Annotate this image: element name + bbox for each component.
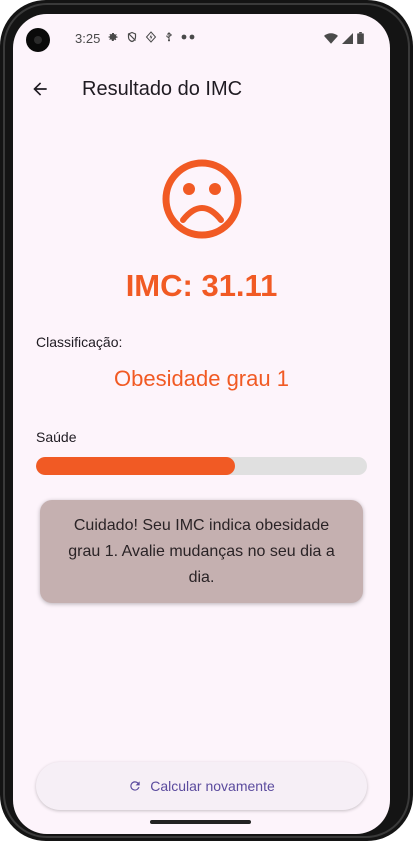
sad-face-icon xyxy=(162,159,242,239)
alert-card: Cuidado! Seu IMC indica obesidade grau 1… xyxy=(40,500,363,603)
home-indicator[interactable] xyxy=(150,820,251,824)
shield-icon xyxy=(127,31,137,43)
health-label: Saúde xyxy=(36,429,77,445)
device-frame: 3:25 Resultado do IMC IMC: 31.11 Classif… xyxy=(0,0,413,841)
refresh-icon xyxy=(130,781,140,791)
more-dots-icon xyxy=(181,34,195,40)
arrow-back-icon xyxy=(33,82,47,96)
health-progress-fill xyxy=(36,457,235,475)
battery-icon xyxy=(357,32,364,44)
camera-cutout xyxy=(26,28,50,52)
classification-value: Obesidade grau 1 xyxy=(114,366,289,391)
wifi-icon xyxy=(324,32,338,44)
usb-icon xyxy=(166,32,172,42)
status-icons-left xyxy=(107,31,195,43)
recalculate-label: Calcular novamente xyxy=(150,778,275,794)
cellular-icon xyxy=(342,32,353,44)
page-title: Resultado do IMC xyxy=(82,78,243,100)
imc-result: IMC: 31.11 xyxy=(125,268,278,303)
alert-message: Cuidado! Seu IMC indica obesidade grau 1… xyxy=(68,516,335,586)
classification-label: Classificação: xyxy=(36,334,123,350)
app-screen: 3:25 Resultado do IMC IMC: 31.11 Classif… xyxy=(13,14,390,834)
status-icons-right xyxy=(324,32,364,44)
status-time: 3:25 xyxy=(75,31,101,46)
back-button[interactable] xyxy=(27,76,53,102)
signal-bolt-icon xyxy=(145,31,157,43)
recalculate-button[interactable]: Calcular novamente xyxy=(36,762,367,810)
health-progress-bar xyxy=(36,457,367,475)
settings-icon xyxy=(108,33,118,41)
